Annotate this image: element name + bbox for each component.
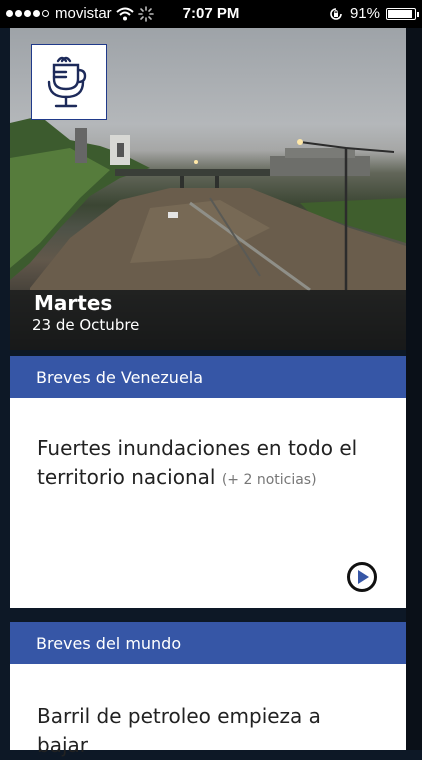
news-headline[interactable]: Fuertes inundaciones en todo el territor…	[37, 434, 377, 495]
battery-percent: 91%	[349, 5, 380, 22]
rotation-lock-icon	[330, 7, 342, 20]
section-header-venezuela[interactable]: Breves de Venezuela	[10, 356, 406, 398]
microphone-cup-logo-icon	[47, 56, 87, 108]
news-card-mundo[interactable]: Barril de petroleo empieza a bajar	[10, 664, 406, 757]
status-right: 91%	[328, 5, 419, 22]
play-button[interactable]	[347, 562, 377, 592]
hero-image[interactable]: Martes 23 de Octubre	[10, 28, 406, 350]
hero-date: 23 de Octubre	[32, 316, 140, 334]
app-logo	[31, 44, 107, 120]
news-headline-text-2[interactable]: Barril de petroleo empieza a bajar	[37, 702, 377, 760]
more-news-count[interactable]: (+ 2 noticias)	[222, 472, 317, 488]
play-icon	[358, 570, 369, 584]
status-bar: movistar 7:07 PM 91%	[0, 0, 422, 28]
section-header-mundo[interactable]: Breves del mundo	[10, 622, 406, 664]
hero-day: Martes	[34, 291, 113, 315]
battery-icon	[386, 7, 419, 20]
news-card-venezuela[interactable]: Fuertes inundaciones en todo el territor…	[10, 398, 406, 608]
right-edge-strip	[406, 28, 422, 750]
